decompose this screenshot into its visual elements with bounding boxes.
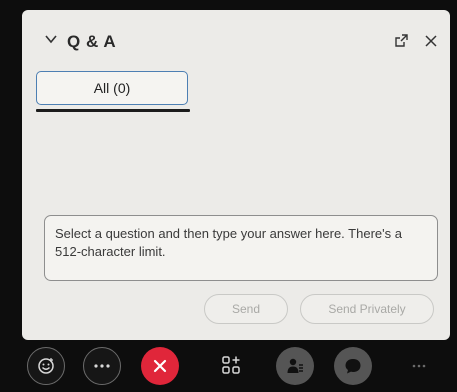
send-button[interactable]: Send	[204, 294, 288, 324]
popout-icon[interactable]	[393, 33, 409, 49]
overflow-button[interactable]	[400, 347, 438, 385]
answer-input[interactable]: Select a question and then type your ans…	[44, 215, 438, 281]
reactions-icon	[36, 356, 56, 376]
close-icon[interactable]	[424, 34, 438, 48]
end-call-icon	[152, 358, 168, 374]
send-privately-button-label: Send Privately	[328, 302, 406, 316]
answer-placeholder: Select a question and then type your ans…	[55, 226, 402, 259]
selected-tab-indicator	[36, 109, 190, 112]
more-options-icon	[93, 363, 111, 369]
chat-button[interactable]	[334, 347, 372, 385]
reactions-button[interactable]	[27, 347, 65, 385]
end-call-button[interactable]	[141, 347, 179, 385]
participants-icon	[285, 356, 305, 376]
qa-panel: Q & A All (0) Select a question and then…	[22, 10, 450, 340]
meeting-toolbar	[0, 340, 457, 392]
panel-title: Q & A	[67, 32, 117, 51]
chat-icon	[343, 356, 363, 376]
tab-all-label: All (0)	[93, 80, 131, 96]
qa-panel-header: Q & A	[22, 10, 450, 60]
send-privately-button[interactable]: Send Privately	[300, 294, 434, 324]
overflow-icon	[411, 363, 427, 369]
meeting-window: Q & A All (0) Select a question and then…	[0, 0, 457, 392]
chevron-down-icon[interactable]	[44, 33, 58, 45]
send-button-label: Send	[231, 302, 261, 316]
apps-button[interactable]	[213, 347, 251, 385]
participants-button[interactable]	[276, 347, 314, 385]
more-options-button[interactable]	[83, 347, 121, 385]
tab-all[interactable]: All (0)	[36, 71, 188, 105]
apps-icon	[221, 355, 243, 377]
